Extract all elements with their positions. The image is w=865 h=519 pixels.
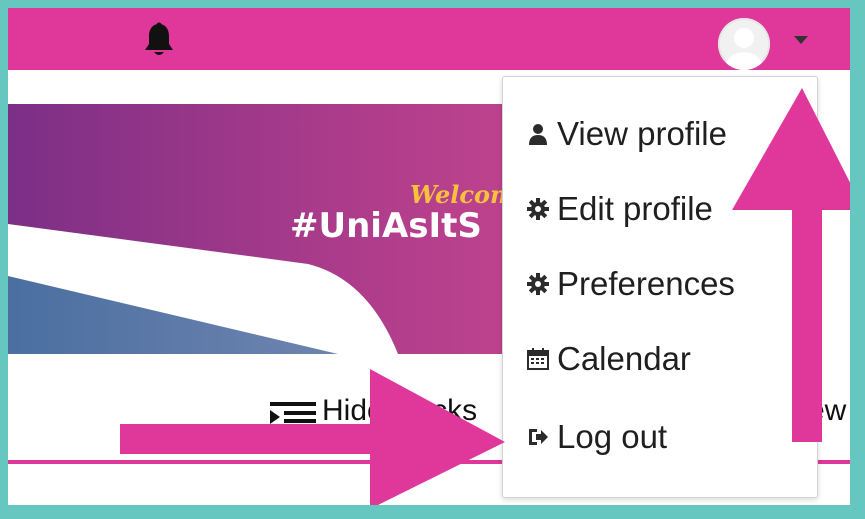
bell-icon[interactable] xyxy=(142,22,176,58)
cog-icon xyxy=(527,198,549,220)
menu-item-label: Preferences xyxy=(557,265,735,302)
screenshot-frame: Welcom #UniAsItS Hide blocks ew View pro… xyxy=(8,8,850,505)
sign-out-icon xyxy=(529,429,548,445)
annotation-arrow-right xyxy=(120,369,505,505)
annotation-arrow-up xyxy=(732,88,850,442)
user-icon xyxy=(529,124,547,145)
user-avatar[interactable] xyxy=(718,18,770,70)
banner-hashtag-text: #UniAsItS xyxy=(290,206,482,246)
top-navbar xyxy=(8,8,850,70)
menu-item-label: Log out xyxy=(557,418,668,455)
calendar-icon xyxy=(527,348,549,370)
avatar-silhouette-icon xyxy=(726,28,762,70)
menu-item-label: View profile xyxy=(557,115,727,152)
menu-item-label: Calendar xyxy=(557,340,691,377)
menu-item-label: Edit profile xyxy=(557,190,713,227)
banner-welcome-text: Welcom xyxy=(410,180,516,209)
caret-down-icon[interactable] xyxy=(794,36,808,44)
cog-icon xyxy=(527,273,549,295)
